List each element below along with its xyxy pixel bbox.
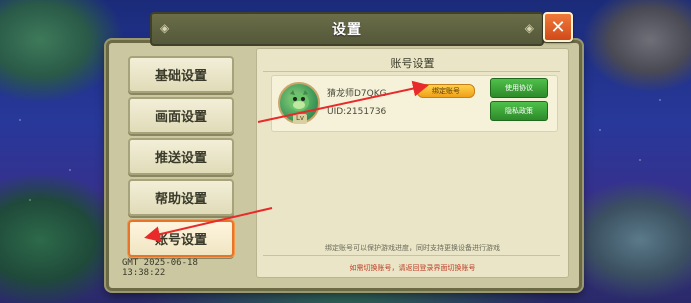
close-icon: ✕: [550, 16, 566, 38]
dragon-avatar-icon: [289, 90, 309, 111]
terms-of-use-button[interactable]: 使用协议: [490, 78, 548, 98]
sidebar-item-label: 账号设置: [154, 233, 207, 248]
switch-account-notice: 如需切换账号，请返回登录界面切换账号: [349, 264, 476, 272]
bind-notice: 绑定账号可以保护游戏进度，同时支持更换设备进行游戏: [325, 244, 500, 252]
dialog-title: 设置: [332, 22, 362, 38]
username: 猜龙师D7QKG: [327, 89, 387, 99]
user-id: UID:2151736: [327, 107, 387, 117]
divider: [263, 71, 560, 72]
sidebar-item-label: 帮助设置: [154, 192, 207, 207]
settings-sidebar: 基础设置 画面设置 推送设置 帮助设置 账号设置: [118, 46, 238, 270]
server-timestamp: GMT 2025-06-18 13:38:22: [122, 258, 198, 278]
privacy-policy-button[interactable]: 隐私政策: [490, 101, 548, 121]
title-ornament-right-icon: ◈: [524, 21, 534, 35]
avatar-level-tag: Lv: [293, 114, 307, 124]
close-button[interactable]: ✕: [543, 12, 573, 42]
sidebar-item-account-settings[interactable]: 账号设置: [128, 220, 234, 257]
divider: [263, 255, 560, 256]
sidebar-item-label: 画面设置: [154, 110, 207, 125]
bind-account-button[interactable]: 绑定账号: [417, 84, 475, 98]
dialog-title-bar: ◈ 设置 ◈: [150, 12, 544, 46]
sidebar-item-help-settings[interactable]: 帮助设置: [128, 179, 234, 216]
sidebar-item-label: 基础设置: [154, 69, 207, 84]
bind-account-label: 绑定账号: [432, 87, 460, 95]
account-card: Lv 猜龙师D7QKG UID:2151736 绑定账号 使用协议 隐私政策: [271, 75, 558, 132]
avatar[interactable]: Lv: [278, 82, 320, 124]
account-settings-panel: 账号设置 Lv 猜龙师D7QKG UID:2151736 绑定账号 使用协议 隐…: [256, 48, 569, 278]
terms-of-use-label: 使用协议: [505, 84, 533, 92]
privacy-policy-label: 隐私政策: [505, 107, 533, 115]
sidebar-item-push-settings[interactable]: 推送设置: [128, 138, 234, 175]
sidebar-item-label: 推送设置: [154, 151, 207, 166]
sidebar-item-basic-settings[interactable]: 基础设置: [128, 56, 234, 93]
title-ornament-left-icon: ◈: [160, 21, 170, 35]
sidebar-item-display-settings[interactable]: 画面设置: [128, 97, 234, 134]
panel-title: 账号设置: [390, 57, 435, 70]
